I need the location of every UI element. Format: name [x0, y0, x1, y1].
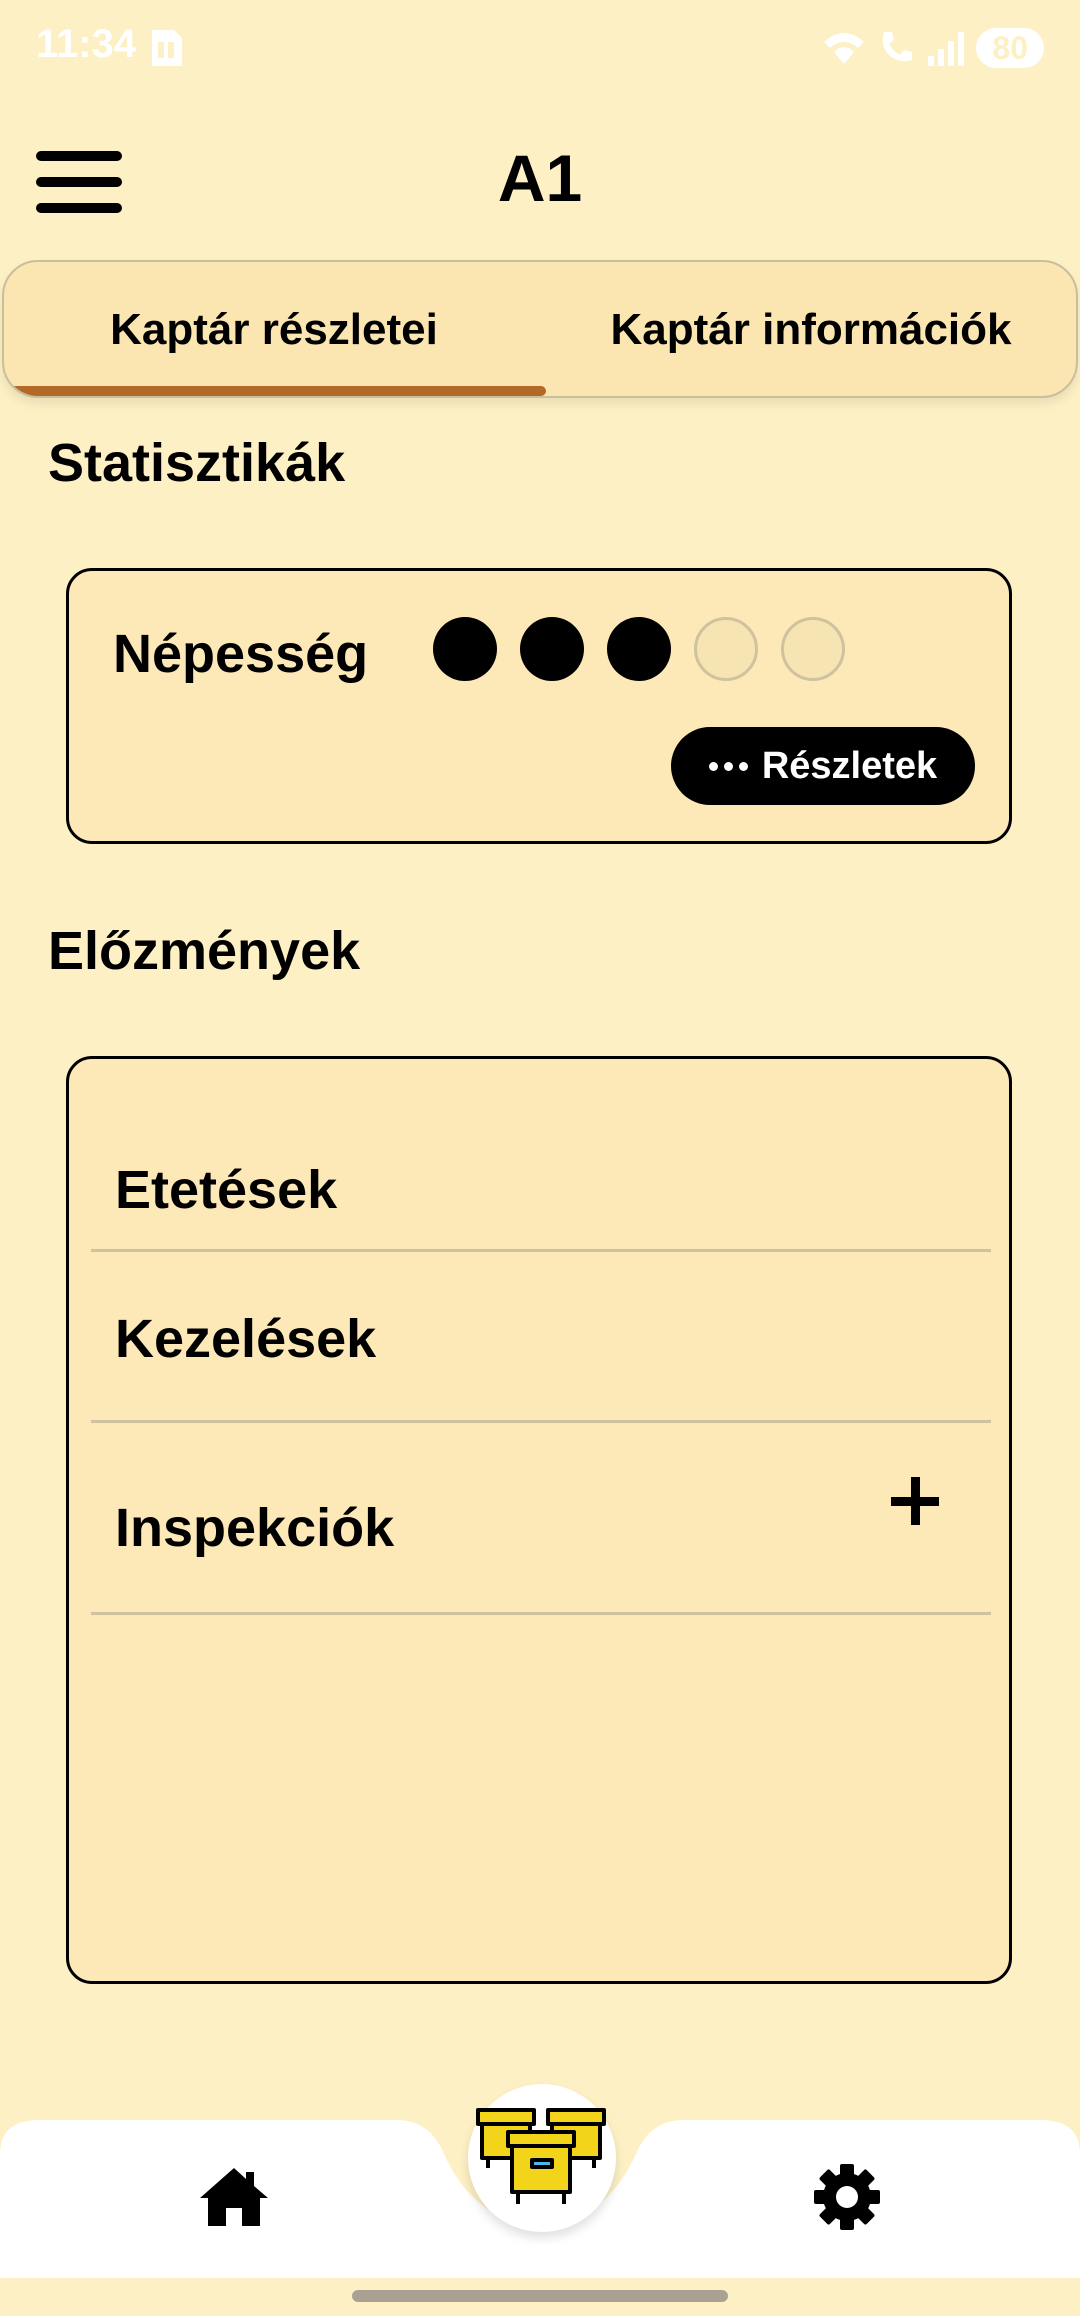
- population-dot: [607, 617, 671, 681]
- app-bar: A1: [0, 120, 1080, 240]
- page-title: A1: [497, 141, 583, 215]
- call-icon: [883, 32, 913, 62]
- history-item-treatments[interactable]: Kezelések: [91, 1252, 991, 1423]
- history-item-inspections[interactable]: Inspekciók: [91, 1423, 991, 1615]
- population-dot: [433, 617, 497, 681]
- population-label: Népesség: [113, 624, 369, 684]
- gesture-bar[interactable]: [352, 2290, 728, 2302]
- status-bar: 11:34 80: [0, 0, 1080, 100]
- hives-nav-button[interactable]: [468, 2084, 616, 2232]
- details-button-label: Részletek: [761, 744, 938, 787]
- population-dot: [694, 617, 758, 681]
- status-time: 11:34: [36, 22, 137, 66]
- history-item-label: Etetések: [115, 1160, 338, 1220]
- details-button[interactable]: Részletek: [671, 727, 975, 805]
- population-dot: [781, 617, 845, 681]
- beehive-icon: [476, 2108, 606, 2204]
- statistics-title: Statisztikák: [48, 433, 346, 493]
- history-item-label: Kezelések: [115, 1309, 377, 1369]
- tab-hive-info[interactable]: Kaptár információk: [544, 262, 1076, 396]
- active-tab-indicator: [4, 386, 546, 396]
- population-rating: [433, 617, 845, 681]
- tab-hive-details[interactable]: Kaptár részletei: [4, 262, 544, 396]
- tab-bar: Kaptár részletei Kaptár információk: [2, 260, 1078, 398]
- population-dot: [520, 617, 584, 681]
- home-icon[interactable]: [198, 2166, 270, 2228]
- status-icons: 80: [822, 24, 1044, 72]
- signal-icon: [928, 32, 965, 66]
- history-item-label: Inspekciók: [115, 1498, 395, 1558]
- add-inspection-icon[interactable]: [891, 1477, 939, 1525]
- history-card: Etetések Kezelések Inspekciók: [66, 1056, 1012, 1984]
- battery-indicator: 80: [976, 28, 1044, 68]
- history-item-feedings[interactable]: Etetések: [91, 1059, 991, 1252]
- more-icon: [708, 761, 748, 771]
- settings-icon[interactable]: [812, 2162, 882, 2232]
- history-title: Előzmények: [48, 921, 361, 981]
- population-card: Népesség Részletek: [66, 568, 1012, 844]
- battery-level: 80: [992, 29, 1028, 66]
- sim-card-icon: [152, 30, 182, 66]
- wifi-icon: [824, 33, 865, 64]
